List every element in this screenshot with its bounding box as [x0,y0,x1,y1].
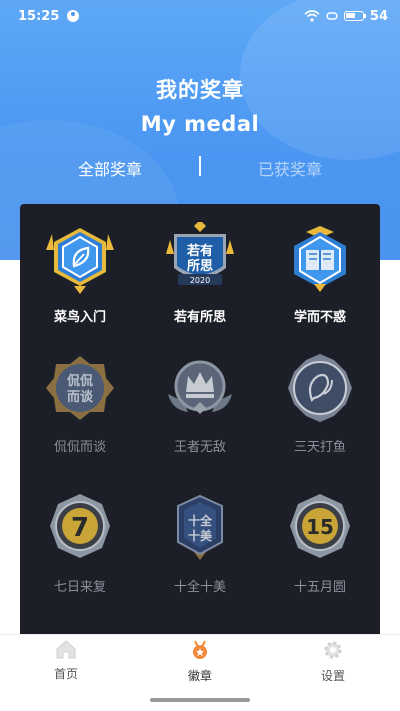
svg-text:侃侃: 侃侃 [66,373,93,389]
battery-percentage: 54 [369,8,388,24]
badge-item[interactable]: 7 七日来复 [20,474,140,604]
page-subtitle: My medal [140,112,260,136]
badge-item[interactable]: 十全 十美 十全十美 [140,474,260,604]
badge-label: 十全十美 [173,580,226,595]
bottom-navigation: 首页 徽章 设置 [0,634,400,690]
badge-label: 十五月圆 [293,580,346,595]
badge-label: 学而不惑 [293,310,346,325]
nav-item-settings[interactable]: 设置 [293,639,373,684]
fifteen-badge-icon: 15 [290,494,350,558]
tab-divider [199,156,201,176]
nav-item-home[interactable]: 首页 [26,639,106,682]
badge-label: 侃侃而谈 [53,440,106,455]
user-status-icon [67,10,80,22]
medal-tabs: 全部奖章 已获奖章 [0,152,400,182]
badge-label: 三天打鱼 [293,440,346,455]
mute-icon [326,12,338,20]
svg-text:十全: 十全 [188,513,213,528]
gear-icon [324,641,342,659]
medal-icon [193,640,207,659]
nav-label-home: 首页 [53,667,78,681]
badge-label: 若有所思 [173,310,226,325]
home-icon [56,640,76,659]
badge-item[interactable]: 学而不惑 [260,204,380,334]
status-time: 15:25 [18,8,60,24]
leaf-badge-icon [46,228,114,294]
fish-badge-icon [288,354,352,422]
badge-label: 王者无敌 [173,440,226,455]
tab-all-medals[interactable]: 全部奖章 [40,156,180,180]
badge-item[interactable]: 三天打鱼 [260,334,380,464]
page-title: 我的奖章 [156,78,244,102]
tab-earned-medals[interactable]: 已获奖章 [220,156,360,180]
svg-text:所思: 所思 [187,258,213,274]
badge-label: 菜鸟入门 [53,310,106,325]
svg-text:十美: 十美 [188,528,213,543]
badge-item[interactable]: 15 十五月圆 [260,474,380,604]
thinking-badge-icon: 若有 所思 2020 [166,222,234,285]
nav-label-medal: 徽章 [187,669,212,683]
badge-item[interactable]: 侃侃 而谈 侃侃而谈 [20,334,140,464]
svg-text:若有: 若有 [186,243,213,259]
talk-badge-icon: 侃侃 而谈 [46,356,114,420]
badge-label: 七日来复 [53,580,106,595]
svg-text:2020: 2020 [190,276,210,285]
crown-badge-icon [168,360,232,414]
badge-item[interactable]: 王者无敌 [140,334,260,464]
medal-grid: 菜鸟入门 若有 所思 2020 若有所思 学而不惑 侃侃 而谈 侃侃而谈 王者无… [20,204,380,644]
svg-text:而谈: 而谈 [67,389,94,405]
book-badge-icon [294,226,346,292]
home-indicator[interactable] [150,698,250,702]
wifi-icon [304,10,320,22]
badge-item[interactable]: 若有 所思 2020 若有所思 [140,204,260,334]
nav-item-medal[interactable]: 徽章 [160,639,240,684]
perfect-ten-badge-icon: 十全 十美 [177,494,223,560]
seven-days-badge-icon: 7 [50,494,110,558]
nav-label-settings: 设置 [320,669,345,683]
battery-icon [343,11,366,21]
status-bar: 15:25 54 [0,0,400,32]
badge-item[interactable]: 菜鸟入门 [20,204,140,334]
svg-text:15: 15 [306,515,334,539]
svg-text:7: 7 [71,513,89,543]
